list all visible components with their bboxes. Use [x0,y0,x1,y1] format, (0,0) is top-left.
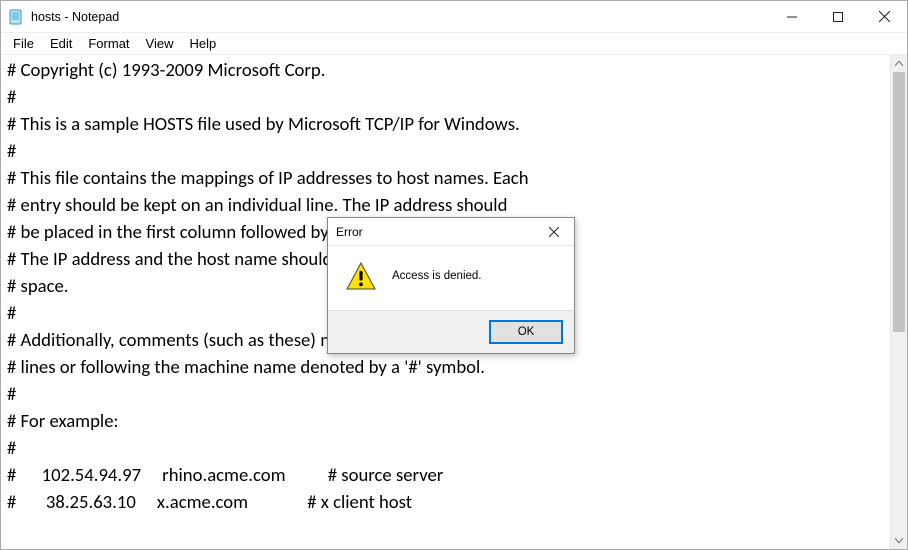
menu-edit[interactable]: Edit [42,35,80,52]
menu-format[interactable]: Format [80,35,137,52]
scrollbar-track[interactable] [891,72,907,532]
ok-button[interactable]: OK [490,321,562,343]
maximize-button[interactable] [815,1,861,32]
window-title: hosts - Notepad [31,10,119,24]
warning-icon [346,262,376,290]
error-dialog: Error Access is denied. OK [327,217,575,354]
dialog-titlebar[interactable]: Error [328,218,574,246]
dialog-message: Access is denied. [392,270,482,282]
menu-view[interactable]: View [138,35,182,52]
close-button[interactable] [861,1,907,32]
scrollbar-thumb[interactable] [893,72,905,332]
menu-file[interactable]: File [5,35,42,52]
minimize-button[interactable] [769,1,815,32]
menubar: File Edit Format View Help [1,33,907,55]
dialog-footer: OK [328,310,574,353]
dialog-title: Error [336,225,363,239]
dialog-close-button[interactable] [534,218,574,246]
scrollbar-down-arrow[interactable] [891,532,907,549]
scrollbar-up-arrow[interactable] [891,55,907,72]
window-controls [769,1,907,32]
menu-help[interactable]: Help [181,35,224,52]
notepad-icon [7,8,25,26]
titlebar: hosts - Notepad [1,1,907,33]
vertical-scrollbar[interactable] [890,55,907,549]
dialog-body: Access is denied. [328,246,574,310]
